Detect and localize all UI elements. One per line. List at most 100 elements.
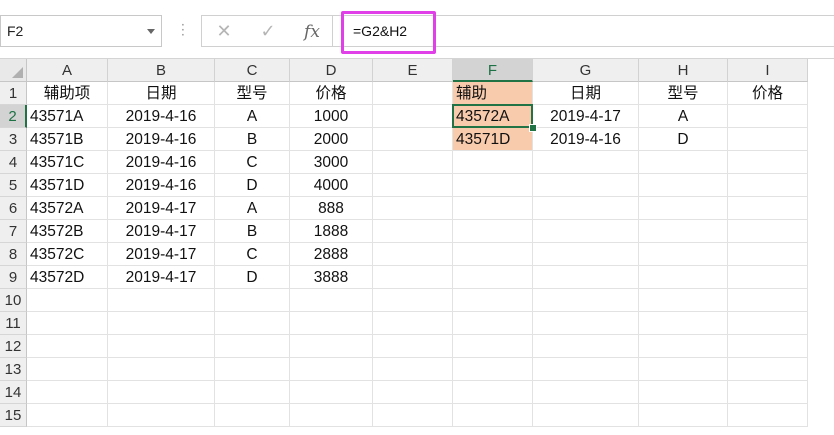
column-header-g[interactable]: G xyxy=(533,59,639,82)
column-header-a[interactable]: A xyxy=(27,59,108,82)
cell-f8[interactable] xyxy=(453,243,533,266)
cell-e2[interactable] xyxy=(373,105,453,128)
cell-a11[interactable] xyxy=(27,312,108,335)
cell-f10[interactable] xyxy=(453,289,533,312)
drag-handle-icon[interactable]: · · · xyxy=(181,19,185,41)
cell-a2[interactable]: 43571A xyxy=(27,105,108,128)
row-header-14[interactable]: 14 xyxy=(0,381,27,404)
cell-e1[interactable] xyxy=(373,82,453,105)
cell-h14[interactable] xyxy=(639,381,728,404)
cell-c3[interactable]: B xyxy=(215,128,290,151)
cell-c5[interactable]: D xyxy=(215,174,290,197)
cell-i12[interactable] xyxy=(728,335,808,358)
cell-a5[interactable]: 43571D xyxy=(27,174,108,197)
cell-c10[interactable] xyxy=(215,289,290,312)
row-header-1[interactable]: 1 xyxy=(0,82,27,105)
cell-f2[interactable]: 43572A xyxy=(453,105,533,128)
cell-b12[interactable] xyxy=(108,335,215,358)
cell-c15[interactable] xyxy=(215,404,290,427)
cell-h6[interactable] xyxy=(639,197,728,220)
cell-i4[interactable] xyxy=(728,151,808,174)
cell-f6[interactable] xyxy=(453,197,533,220)
cell-d9[interactable]: 3888 xyxy=(290,266,373,289)
cell-b11[interactable] xyxy=(108,312,215,335)
cell-i10[interactable] xyxy=(728,289,808,312)
row-header-9[interactable]: 9 xyxy=(0,266,27,289)
column-header-i[interactable]: I xyxy=(728,59,808,82)
chevron-down-icon[interactable] xyxy=(147,29,155,34)
column-header-d[interactable]: D xyxy=(290,59,373,82)
cell-g6[interactable] xyxy=(533,197,639,220)
cell-a3[interactable]: 43571B xyxy=(27,128,108,151)
cell-a12[interactable] xyxy=(27,335,108,358)
cell-d10[interactable] xyxy=(290,289,373,312)
cell-i3[interactable] xyxy=(728,128,808,151)
cell-a10[interactable] xyxy=(27,289,108,312)
cell-g11[interactable] xyxy=(533,312,639,335)
cell-b1[interactable]: 日期 xyxy=(108,82,215,105)
cell-i6[interactable] xyxy=(728,197,808,220)
column-header-h[interactable]: H xyxy=(639,59,728,82)
cell-g4[interactable] xyxy=(533,151,639,174)
cell-b5[interactable]: 2019-4-16 xyxy=(108,174,215,197)
cell-d14[interactable] xyxy=(290,381,373,404)
cell-e10[interactable] xyxy=(373,289,453,312)
cell-f1[interactable]: 辅助 xyxy=(453,82,533,105)
row-header-12[interactable]: 12 xyxy=(0,335,27,358)
cell-c12[interactable] xyxy=(215,335,290,358)
cell-c4[interactable]: C xyxy=(215,151,290,174)
row-header-5[interactable]: 5 xyxy=(0,174,27,197)
row-header-15[interactable]: 15 xyxy=(0,404,27,427)
cell-f13[interactable] xyxy=(453,358,533,381)
cell-h8[interactable] xyxy=(639,243,728,266)
cell-d7[interactable]: 1888 xyxy=(290,220,373,243)
cell-d8[interactable]: 2888 xyxy=(290,243,373,266)
row-header-6[interactable]: 6 xyxy=(0,197,27,220)
cell-i11[interactable] xyxy=(728,312,808,335)
cell-b7[interactable]: 2019-4-17 xyxy=(108,220,215,243)
cell-g14[interactable] xyxy=(533,381,639,404)
cell-c2[interactable]: A xyxy=(215,105,290,128)
cell-a7[interactable]: 43572B xyxy=(27,220,108,243)
cell-b10[interactable] xyxy=(108,289,215,312)
cell-a9[interactable]: 43572D xyxy=(27,266,108,289)
cell-e8[interactable] xyxy=(373,243,453,266)
name-box[interactable]: F2 xyxy=(0,15,162,47)
cell-g13[interactable] xyxy=(533,358,639,381)
cell-e15[interactable] xyxy=(373,404,453,427)
cell-i5[interactable] xyxy=(728,174,808,197)
column-header-c[interactable]: C xyxy=(215,59,290,82)
cell-d3[interactable]: 2000 xyxy=(290,128,373,151)
enter-icon[interactable]: ✓ xyxy=(254,20,282,44)
cell-i2[interactable] xyxy=(728,105,808,128)
cell-g10[interactable] xyxy=(533,289,639,312)
cell-e12[interactable] xyxy=(373,335,453,358)
cell-a4[interactable]: 43571C xyxy=(27,151,108,174)
row-header-8[interactable]: 8 xyxy=(0,243,27,266)
cell-e5[interactable] xyxy=(373,174,453,197)
select-all-corner[interactable] xyxy=(0,59,27,82)
cell-d5[interactable]: 4000 xyxy=(290,174,373,197)
cell-g1[interactable]: 日期 xyxy=(533,82,639,105)
cell-i13[interactable] xyxy=(728,358,808,381)
cell-i15[interactable] xyxy=(728,404,808,427)
cell-h15[interactable] xyxy=(639,404,728,427)
fill-handle[interactable] xyxy=(529,124,537,132)
cell-f14[interactable] xyxy=(453,381,533,404)
cell-i9[interactable] xyxy=(728,266,808,289)
cell-c1[interactable]: 型号 xyxy=(215,82,290,105)
cell-f12[interactable] xyxy=(453,335,533,358)
cell-e4[interactable] xyxy=(373,151,453,174)
cell-e13[interactable] xyxy=(373,358,453,381)
cell-b2[interactable]: 2019-4-16 xyxy=(108,105,215,128)
cell-h4[interactable] xyxy=(639,151,728,174)
cell-g5[interactable] xyxy=(533,174,639,197)
cell-d6[interactable]: 888 xyxy=(290,197,373,220)
cell-i7[interactable] xyxy=(728,220,808,243)
cell-d2[interactable]: 1000 xyxy=(290,105,373,128)
row-header-7[interactable]: 7 xyxy=(0,220,27,243)
cell-e7[interactable] xyxy=(373,220,453,243)
cell-c13[interactable] xyxy=(215,358,290,381)
column-header-b[interactable]: B xyxy=(108,59,215,82)
cell-h3[interactable]: D xyxy=(639,128,728,151)
